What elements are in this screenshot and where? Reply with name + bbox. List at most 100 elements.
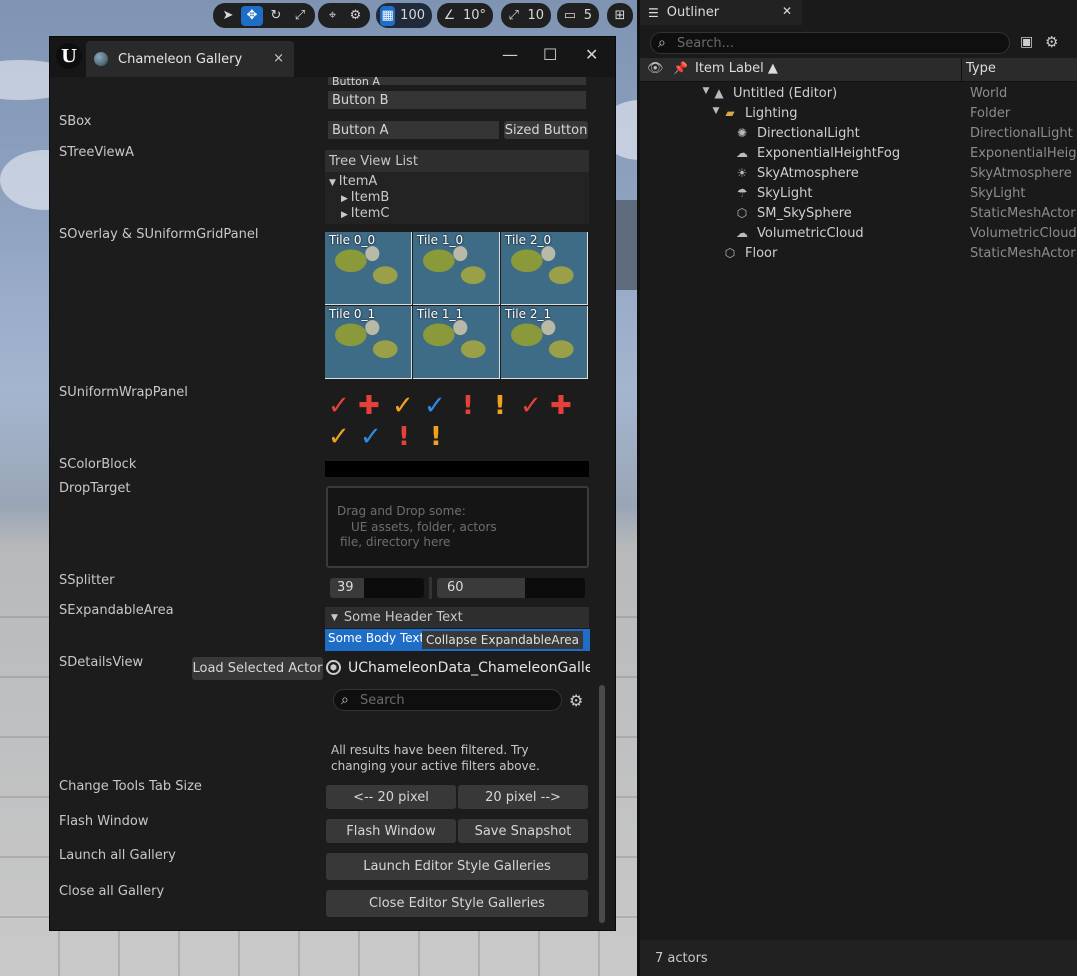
row-type: Folder [970,106,1011,121]
surface-snap-icon[interactable]: ⚙ [345,6,366,26]
sized-button[interactable]: Sized Button [504,121,588,139]
splitter-left-spinbox[interactable]: 39 [330,578,424,598]
tree-header: Tree View List [325,150,589,172]
collapse-expandable-button[interactable]: Collapse ExpandableArea [422,631,583,649]
check-icon: ✓ [520,391,542,421]
actor-count: 7 actors [655,950,708,966]
minimize-button[interactable]: — [502,45,518,64]
colorblock-label: SColorBlock [59,457,137,472]
row-type: World [970,86,1008,101]
button-a-top[interactable]: Button A [328,77,586,85]
grid-snap-toolbar[interactable]: ▦ 100 [376,3,432,28]
maximize-button[interactable]: ☐ [543,45,557,64]
column-type[interactable]: Type [966,61,996,76]
splitter-label: SSplitter [59,573,115,588]
collapse-arrow-icon: ▼ [331,612,338,623]
outliner-row[interactable]: ⬡ SM_SkySphere StaticMeshActor [640,204,1077,224]
visibility-eye-icon[interactable]: 👁 [647,61,664,76]
select-icon[interactable]: ➤ [217,6,239,26]
splitter-handle[interactable] [429,577,432,599]
scale-snap-icon: ⤢ [508,8,519,23]
flash-window-button[interactable]: Flash Window [326,819,456,843]
details-search-input[interactable]: ⌕ Search [333,689,562,711]
layout-toolbar[interactable]: ⊞ [607,3,633,28]
tree-item[interactable]: ▼ ItemA [329,174,377,189]
static-mesh-icon: ⬡ [724,246,736,260]
tab-size-increase-button[interactable]: 20 pixel --> [458,785,588,809]
vertical-scrollbar[interactable] [599,685,605,923]
details-object-name: UChameleonData_ChameleonGaller [348,660,590,676]
close-galleries-button[interactable]: Close Editor Style Galleries [326,890,588,917]
outliner-row[interactable]: ☁ ExponentialHeightFog ExponentialHeight… [640,144,1077,164]
expandable-header[interactable]: ▼ Some Header Text [325,607,589,628]
outliner-close-icon[interactable]: ✕ [782,4,792,18]
rotation-snap-toolbar[interactable]: ∠ 10° [437,3,493,28]
row-type: DirectionalLight [970,126,1073,141]
pin-icon[interactable]: 📌 [673,61,688,75]
outliner-row[interactable]: ✺ DirectionalLight DirectionalLight [640,124,1077,144]
outliner-search-input[interactable]: ⌕ Search... [650,32,1010,54]
button-b[interactable]: Button B [328,91,586,109]
scale-snap-toolbar[interactable]: ⤢ 10 [501,3,551,28]
splitter-right-spinbox[interactable]: 60 [437,578,585,598]
grid-tile: Tile 1_0 [413,232,500,305]
outliner-row[interactable]: ☀ SkyAtmosphere SkyAtmosphere [640,164,1077,184]
tree-item[interactable]: ▶ ItemC [341,206,389,221]
row-type: SkyLight [970,186,1026,201]
load-selected-actor-button[interactable]: Load Selected Actor [192,657,323,680]
launch-galleries-button[interactable]: Launch Editor Style Galleries [326,853,588,880]
outliner-row[interactable]: ⬡ Floor StaticMeshActor [640,244,1077,264]
translate-icon[interactable]: ✥ [241,5,263,26]
world-local-icon[interactable]: ⌖ [322,6,343,26]
add-folder-icon[interactable]: ▣ [1020,34,1033,50]
object-icon: ⬢ [326,660,341,675]
tab-close-icon[interactable]: × [273,51,284,66]
row-name: Floor [745,246,778,261]
tree-view[interactable]: ▼ ItemA ▶ ItemB ▶ ItemC [325,172,589,224]
rotate-icon[interactable]: ↻ [265,6,287,26]
column-item-label[interactable]: Item Label ▲ [695,61,778,76]
uniform-wrap-panel: ✓ ✚ ✓ ✓ ! ! ✓ ✚ ✓ ✓ ! ! [326,391,590,455]
unreal-logo-icon: U [56,43,82,69]
check-icon: ✓ [360,422,382,452]
tree-item-label: ItemC [350,206,390,221]
splitter-right-value: 60 [447,580,464,595]
outliner-panel: ☰ Outliner ✕ ⌕ Search... ▣ ⚙ 👁 📌 Item La… [640,0,1077,976]
outliner-row[interactable]: ☂ SkyLight SkyLight [640,184,1077,204]
coord-toolbar: ⌖ ⚙ [318,3,370,28]
exclamation-icon: ! [430,422,442,452]
close-button[interactable]: ✕ [585,45,598,64]
viewport-layout-icon[interactable]: ⊞ [609,6,631,26]
outliner-search-placeholder: Search... [677,35,735,51]
chameleon-gallery-window: U Chameleon Gallery × — ☐ ✕ Button A But… [49,36,616,931]
settings-gear-icon[interactable]: ⚙ [1045,33,1058,51]
camera-speed-toolbar[interactable]: ▭ 5 [557,3,599,28]
window-titlebar[interactable]: U Chameleon Gallery × — ☐ ✕ [50,37,615,77]
angle-icon: ∠ [443,8,456,23]
search-icon: ⌕ [658,35,666,51]
tab-chameleon-gallery[interactable]: Chameleon Gallery × [86,41,294,77]
skylight-icon: ☂ [736,186,748,200]
tab-size-decrease-button[interactable]: <-- 20 pixel [326,785,456,809]
row-name: SM_SkySphere [757,206,852,221]
scale-icon[interactable]: ⤢ [289,6,311,26]
outliner-row[interactable]: ▼ ▲ Untitled (Editor) World [640,84,1077,104]
tree-item-label: ItemA [338,174,378,189]
grid-snap-icon[interactable]: ▦ [380,5,396,26]
splitter-left-value: 39 [337,580,354,595]
color-block [325,461,589,477]
save-snapshot-button[interactable]: Save Snapshot [458,819,588,843]
drop-target-area[interactable]: Drag and Drop some: UE assets, folder, a… [326,486,589,568]
tile-label: Tile 1_1 [417,307,464,321]
sbox-button-a[interactable]: Button A [328,121,499,139]
flash-window-label: Flash Window [59,814,149,829]
outliner-row[interactable]: ☁ VolumetricCloud VolumetricCloud [640,224,1077,244]
exclamation-icon: ! [398,422,410,452]
grid-tile: Tile 0_0 [325,232,412,305]
camera-speed-value: 5 [583,8,592,23]
settings-gear-icon[interactable]: ⚙ [569,691,583,710]
tree-item[interactable]: ▶ ItemB [341,190,389,205]
outliner-row[interactable]: ▼ ▰ Lighting Folder [640,104,1077,124]
tab-outliner[interactable]: ☰ Outliner ✕ [640,0,802,25]
row-type: StaticMeshActor [970,246,1076,261]
